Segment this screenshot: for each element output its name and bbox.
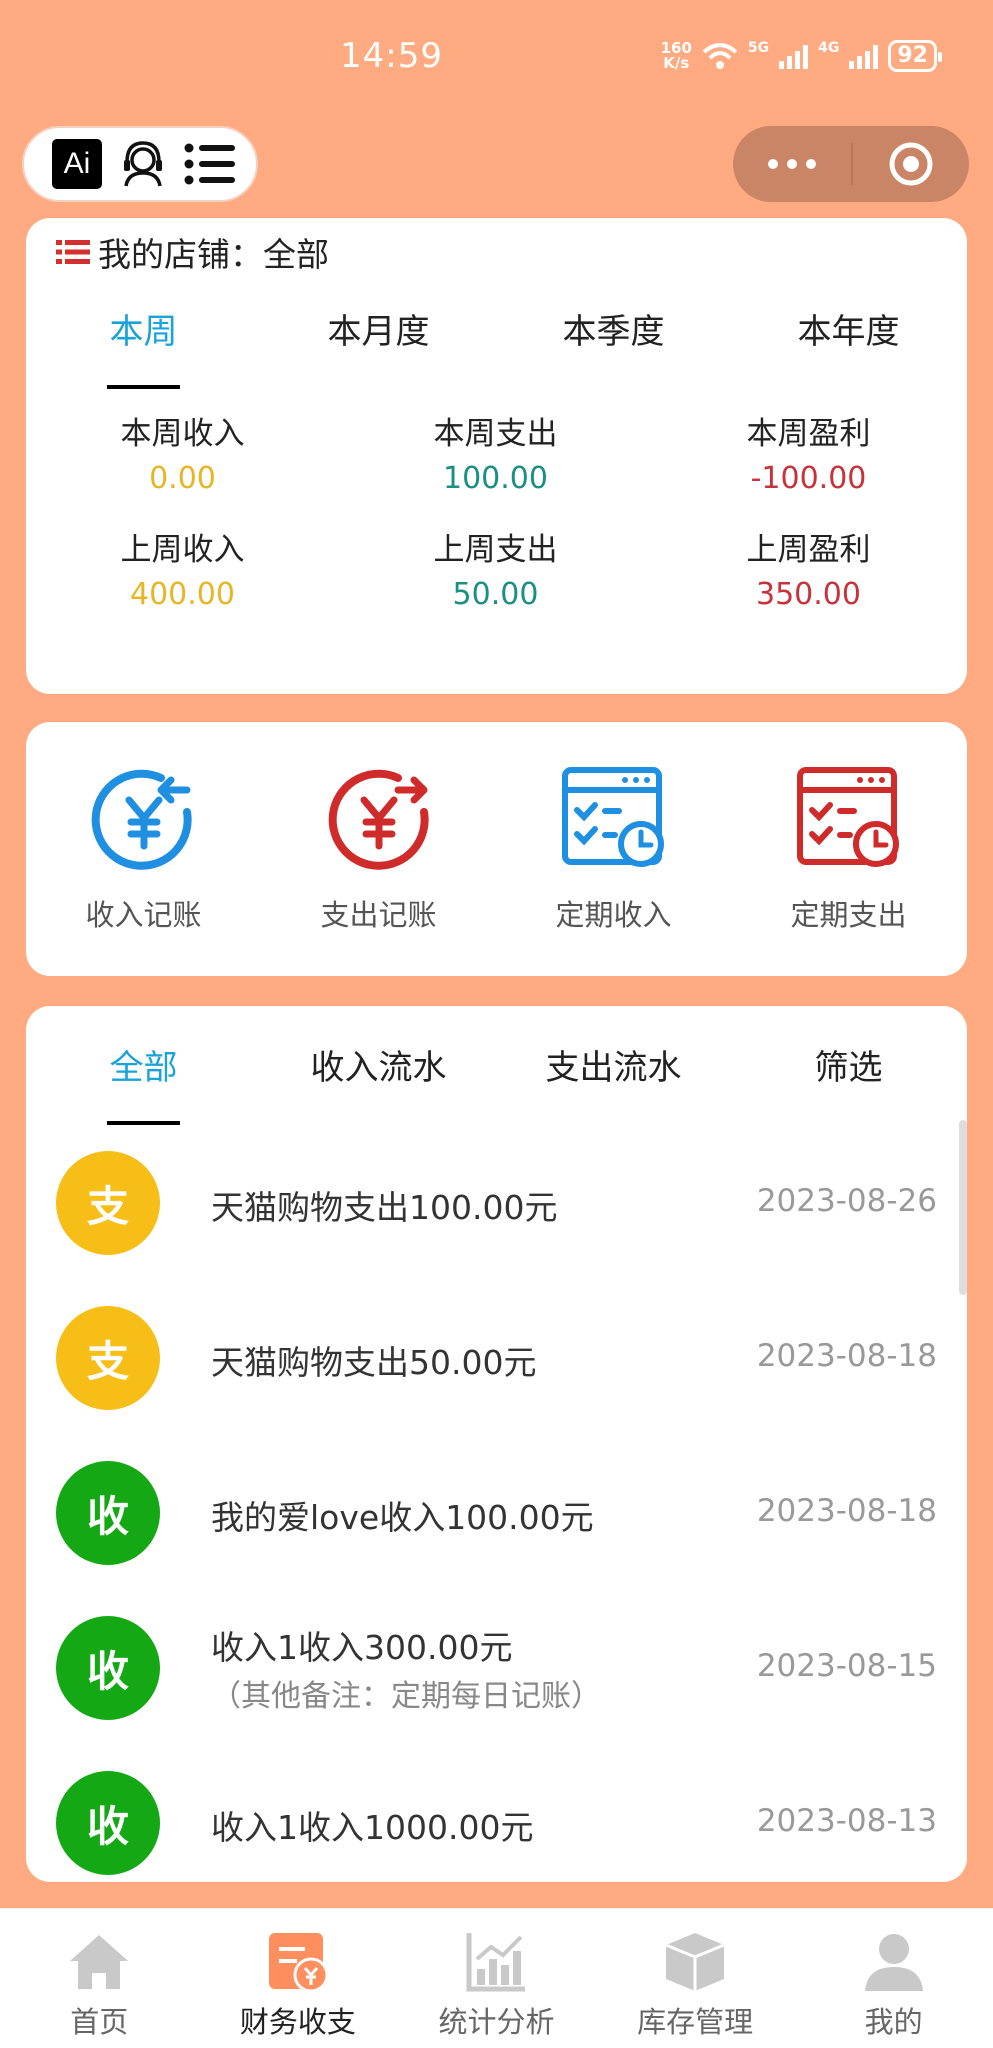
bottom-nav: 首页 财务收支 统计分析 库存管理 我的 [0,1908,993,2048]
stat-value: 100.00 [443,461,548,496]
row-title: 收入1收入300.00元 [211,1628,513,1667]
action-label: 定期支出 [790,898,907,932]
stats-grid: 本周收入 0.00 本周支出 100.00 本周盈利 -100.00 上周收入 … [26,408,967,612]
action-label: 定期收入 [555,898,672,932]
expense-yen-icon [328,769,429,870]
status-bar: 14:59 160 K/s 5G 4G 92 [0,0,993,120]
ledger-tabs: 全部 收入流水 支出流水 筛选 [26,1040,967,1125]
stat-last-week-income: 上周收入 400.00 [26,524,339,612]
shop-label: 我的店铺：全部 [98,235,329,274]
stat-value: -100.00 [750,461,867,496]
tab-month[interactable]: 本月度 [261,304,496,353]
nav-label: 财务收支 [239,2005,356,2039]
status-icons: 160 K/s 5G 4G 92 [660,39,942,72]
toolbar-capsule: Ai [22,126,258,202]
nav-label: 首页 [70,2005,129,2039]
nav-label: 统计分析 [438,2005,555,2039]
income-badge: 收 [56,1461,160,1565]
finance-icon [268,1933,329,1993]
income-badge: 收 [56,1771,160,1875]
tab-expense-flow[interactable]: 支出流水 [496,1040,731,1089]
income-entry-button[interactable]: 收入记账 [26,764,261,934]
row-title: 天猫购物支出100.00元 [211,1188,558,1227]
sim1-label: 5G [747,40,770,56]
home-icon [70,1935,129,1989]
wifi-icon [702,43,738,69]
status-time: 14:59 [340,36,443,76]
ai-icon[interactable]: Ai [52,139,102,189]
expense-badge: 支 [56,1306,160,1410]
nav-label: 库存管理 [637,2005,754,2039]
expense-badge: 支 [56,1151,160,1255]
row-title: 我的爱love收入100.00元 [211,1498,594,1537]
box-icon [665,1933,725,1991]
menu-list-icon[interactable] [184,142,236,186]
list-item[interactable]: 收 我的爱love收入100.00元 2023-08-18 [26,1436,967,1591]
action-label: 支出记账 [320,898,437,932]
stat-value: 50.00 [452,577,539,612]
row-title: 收入1收入1000.00元 [211,1808,534,1847]
stat-this-week-profit: 本周盈利 -100.00 [652,408,965,496]
list-item[interactable]: 支 天猫购物支出100.00元 2023-08-26 [26,1126,967,1281]
row-date: 2023-08-13 [756,1803,937,1839]
row-date: 2023-08-18 [756,1493,937,1529]
summary-card: 我的店铺：全部 本周 本月度 本季度 本年度 本周收入 0.00 本周支出 10… [26,218,967,694]
tab-quarter[interactable]: 本季度 [496,304,731,353]
more-dots-icon[interactable] [733,159,851,169]
list-item[interactable]: 支 天猫购物支出50.00元 2023-08-18 [26,1281,967,1436]
scheduled-expense-button[interactable]: 定期支出 [731,764,966,934]
ledger-card: 全部 收入流水 支出流水 筛选 支 天猫购物支出100.00元 2023-08-… [26,1006,967,1882]
nav-label: 我的 [864,2005,923,2039]
stat-value: 350.00 [756,577,861,612]
signal-icon [849,43,879,69]
shop-selector[interactable]: 我的店铺：全部 [56,228,329,276]
row-note: （其他备注：定期每日记账） [211,1679,601,1714]
period-tabs: 本周 本月度 本季度 本年度 [26,304,967,389]
nav-profile[interactable]: 我的 [794,1909,993,2048]
stat-this-week-income: 本周收入 0.00 [26,408,339,496]
nav-inventory[interactable]: 库存管理 [596,1909,795,2048]
scheduled-income-icon [561,767,664,867]
tab-year[interactable]: 本年度 [731,304,966,353]
stat-value: 0.00 [149,461,216,496]
row-date: 2023-08-15 [756,1648,937,1684]
scheduled-expense-icon [796,767,899,867]
stat-this-week-expense: 本周支出 100.00 [339,408,652,496]
list-item[interactable]: 收 收入1收入300.00元 （其他备注：定期每日记账） 2023-08-15 [26,1591,967,1746]
action-label: 收入记账 [85,898,202,932]
target-close-icon[interactable] [853,141,969,187]
stat-value: 400.00 [130,577,235,612]
user-icon [864,1934,923,1991]
network-speed: 160 K/s [660,39,692,72]
row-date: 2023-08-26 [756,1183,937,1219]
mini-program-capsule [733,126,969,202]
stat-last-week-expense: 上周支出 50.00 [339,524,652,612]
income-badge: 收 [56,1616,160,1720]
stat-last-week-profit: 上周盈利 350.00 [652,524,965,612]
tab-filter[interactable]: 筛选 [731,1040,966,1089]
chart-icon [466,1933,526,1992]
nav-statistics[interactable]: 统计分析 [397,1909,596,2048]
tab-week[interactable]: 本周 [26,304,261,389]
list-item[interactable]: 收 收入1收入1000.00元 2023-08-13 [26,1746,967,1882]
row-date: 2023-08-18 [756,1338,937,1374]
nav-home[interactable]: 首页 [0,1909,199,2048]
expense-entry-button[interactable]: 支出记账 [261,764,496,934]
sim2-label: 4G [818,40,840,56]
tab-all[interactable]: 全部 [26,1040,261,1125]
nav-finance[interactable]: 财务收支 [199,1909,398,2048]
scheduled-income-button[interactable]: 定期收入 [496,764,731,934]
battery-icon: 92 [888,40,942,72]
quick-actions-card: 收入记账 支出记账 定期收入 定期支出 [26,722,967,976]
list-icon [56,240,90,264]
customer-service-icon[interactable] [120,140,166,188]
tab-income-flow[interactable]: 收入流水 [261,1040,496,1089]
income-yen-icon [91,769,192,870]
ledger-list: 支 天猫购物支出100.00元 2023-08-26 支 天猫购物支出50.00… [26,1126,967,1882]
signal-icon [779,43,809,69]
row-title: 天猫购物支出50.00元 [211,1343,537,1382]
